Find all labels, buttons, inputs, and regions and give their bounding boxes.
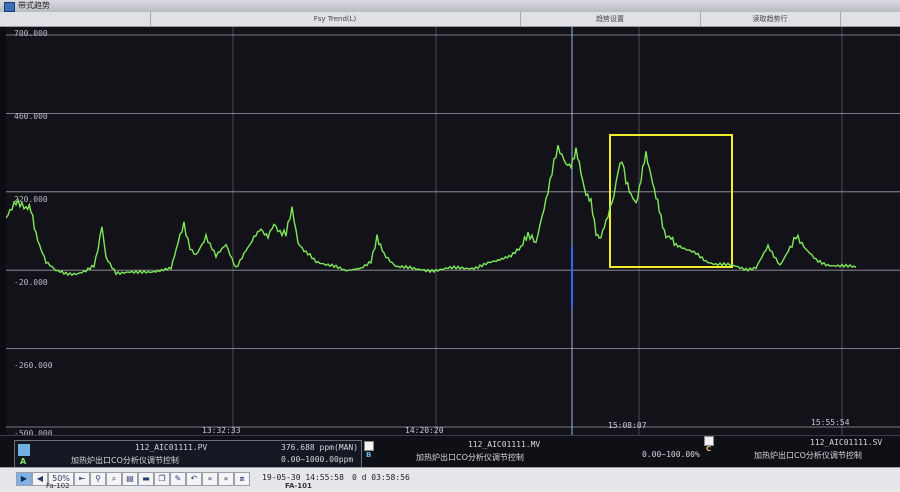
pen-c-desc: 加热炉出口CO分析仪调节控制 (754, 451, 862, 460)
play-button[interactable]: ▶ (16, 472, 32, 486)
trend-chart-svg[interactable] (6, 27, 900, 435)
x-tick-label: 14:20:20 (405, 426, 444, 435)
pen-a-value: 376.688 ppm(MAN) (281, 443, 359, 452)
toolbar-spacer (0, 12, 151, 26)
trend-plot[interactable]: 700.000 460.000 220.000 -20.000 -260.000… (6, 27, 900, 438)
legend-pen-c[interactable]: 112_AIC01111.SV 加热炉出口CO分析仪调节控制 (720, 438, 898, 466)
pen-a-desc: 加热炉出口CO分析仪调节控制 (71, 456, 179, 465)
magnify-icon[interactable]: ⌕ (106, 472, 122, 486)
y-tick-label: -20.000 (14, 278, 48, 287)
search-icon[interactable]: ⚲ (90, 472, 106, 486)
pen-a-letter: A (20, 457, 27, 466)
series-line-pv (6, 145, 857, 277)
marker-icon[interactable]: ▬ (138, 472, 154, 486)
y-tick-label: 220.000 (14, 195, 48, 204)
pen-b-range: 0.00~100.00% (642, 450, 700, 459)
x-tick-label: 13:32:33 (202, 426, 241, 435)
pen-a-range: 0.00~1000.00ppm (281, 455, 354, 464)
pen-b-desc: 加热炉出口CO分析仪调节控制 (416, 453, 524, 462)
forward-button[interactable]: » (218, 472, 234, 486)
highlight-box (609, 134, 733, 268)
copy-icon[interactable]: ❐ (154, 472, 170, 486)
legend-pen-a[interactable]: A 112_AIC01111.PV 加热炉出口CO分析仪调节控制 376.688… (14, 440, 362, 470)
pen-a-tag: 112_AIC01111.PV (135, 443, 208, 452)
trend-control-bar: ▶ ◀ 50% ⇤ ⚲ ⌕ ▤ ▬ ❐ ✎ ↶ « » ⧈ 19-05-30 1… (0, 467, 900, 492)
pen-icon[interactable]: ✎ (170, 472, 186, 486)
x-tick-label: 15:55:54 (811, 418, 850, 427)
time-span: 0 d 03:58:56 (352, 473, 410, 482)
pen-b-tag: 112_AIC01111.MV (468, 440, 541, 449)
pen-b-checkbox[interactable] (364, 441, 374, 451)
status-left: Fa-102 (46, 482, 70, 490)
rewind-button[interactable]: « (202, 472, 218, 486)
trend-legend: A 112_AIC01111.PV 加热炉出口CO分析仪调节控制 376.688… (0, 435, 900, 470)
trend-window-icon (4, 2, 15, 12)
fit-icon[interactable]: ⧈ (234, 472, 250, 486)
status-mid: FA-101 (285, 482, 312, 490)
pen-c-letter: C (706, 445, 712, 453)
document-icon[interactable]: ▤ (122, 472, 138, 486)
trend-toolbar: Fsy Trend(L) 趋势设置 读取趋势行 (0, 12, 900, 27)
toolbar-read-trend[interactable]: 读取趋势行 (700, 12, 841, 26)
y-tick-label: -260.000 (14, 361, 53, 370)
y-tick-label: 460.000 (14, 112, 48, 121)
toolbar-trend-settings[interactable]: 趋势设置 (520, 12, 701, 26)
window-title: 带式趋势 (18, 1, 50, 10)
toolbar-trend-name[interactable]: Fsy Trend(L) (150, 12, 521, 26)
pen-c-tag: 112_AIC01111.SV (810, 438, 883, 447)
pen-b-letter: B (366, 451, 372, 459)
x-tick-label: 15:08:07 (608, 421, 647, 430)
zoom-out-button[interactable]: ⇤ (74, 472, 90, 486)
undo-icon[interactable]: ↶ (186, 472, 202, 486)
y-tick-label: 700.000 (14, 29, 48, 38)
pen-a-color-swatch (18, 444, 30, 456)
legend-pen-b[interactable]: 112_AIC01111.MV 加热炉出口CO分析仪调节控制 0.00~100.… (380, 440, 700, 466)
